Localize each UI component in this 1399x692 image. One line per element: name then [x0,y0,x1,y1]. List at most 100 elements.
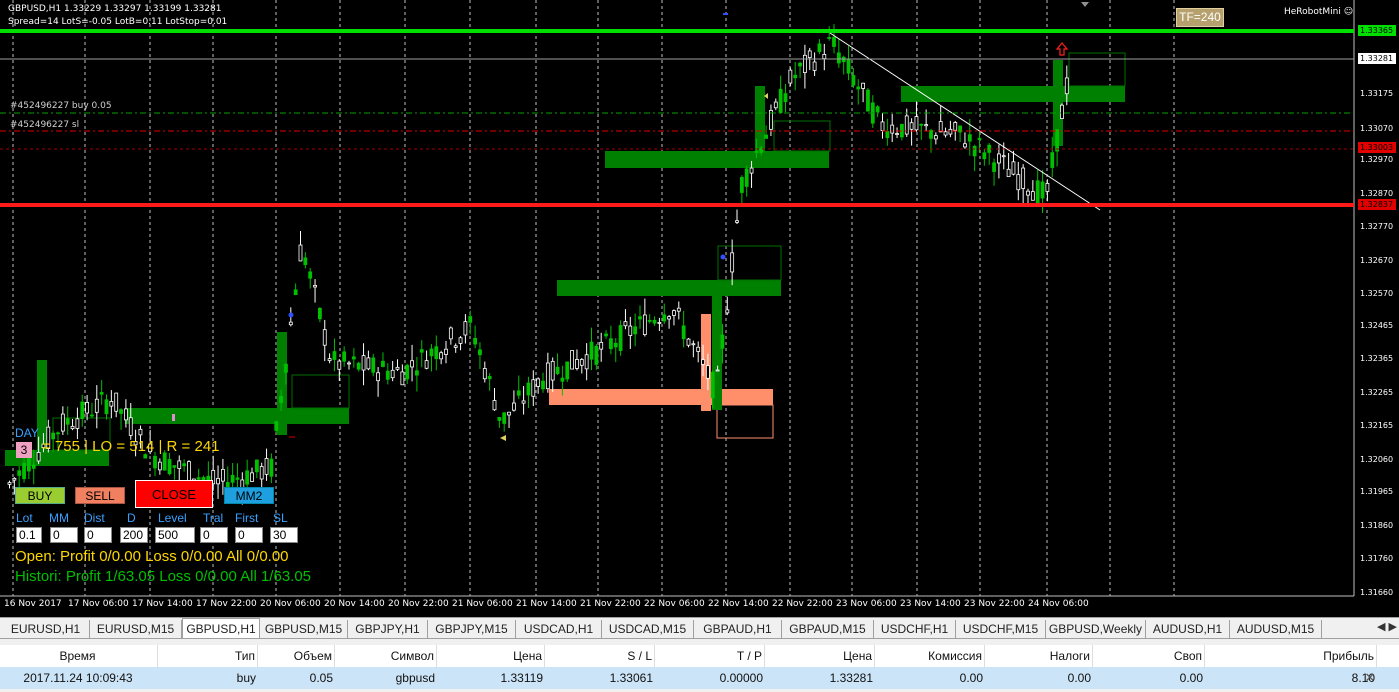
chart-tab[interactable]: USDCHF,H1 [874,620,956,638]
price-label: 1.31760 [1360,554,1394,563]
chart-tab[interactable]: GBPJPY,H1 [348,620,428,638]
candle-body [875,106,880,113]
table-header[interactable]: Налоги [985,645,1093,667]
candle-body [1035,180,1040,204]
table-header[interactable]: Прибыль [1205,645,1377,667]
candle-body [803,54,807,73]
day-counter[interactable]: 3 [16,442,32,458]
chart-tab[interactable]: EURUSD,H1 [2,620,90,638]
table-header[interactable]: S / L [545,645,655,667]
mm2-button[interactable]: MM2 [224,487,274,504]
candle-body [1064,77,1069,95]
tab-scroll-arrows[interactable]: ◀ ▶ [1377,620,1397,633]
buy-zone [557,280,781,296]
candle-body [351,356,356,360]
candle-body [7,482,12,485]
param-input[interactable]: 0.1 [16,527,42,543]
table-header[interactable]: Своп [1093,645,1205,667]
table-header[interactable]: Время [0,645,158,667]
candle-body [866,89,870,112]
candle-body [303,257,308,266]
time-label: 23 Nov 14:00 [900,599,961,609]
candle-body [293,289,298,296]
time-label: 20 Nov 14:00 [324,599,385,609]
param-label: First [235,511,259,525]
chart-tab[interactable]: GBPUSD,M15 [260,620,348,638]
candle-body [822,54,827,59]
param-input[interactable]: 0 [84,527,112,543]
candle-body [390,369,395,379]
entry-dot-icon [288,312,294,318]
param-input[interactable]: 200 [120,527,148,543]
time-label: 20 Nov 06:00 [260,599,321,609]
chart-tab[interactable]: USDCAD,H1 [516,620,602,638]
table-header[interactable]: Тип [160,645,258,667]
candle-body [720,334,725,349]
candle-body [167,459,172,475]
chart-tab[interactable]: AUDUSD,M15 [1230,620,1322,638]
close-button[interactable]: CLOSE [135,480,213,508]
time-label: 22 Nov 22:00 [772,599,833,609]
param-input[interactable]: 0 [50,527,78,543]
candle-body [356,362,361,370]
buy-button[interactable]: BUY [15,487,65,504]
table-header[interactable]: Цена [437,645,545,667]
chart-tab[interactable]: USDCAD,M15 [602,620,694,638]
price-label: 1.32770 [1360,222,1394,231]
param-input[interactable]: 0 [200,527,228,543]
candle-body [395,366,400,370]
order-sl-label: #452496227 sl [10,120,80,130]
candle-body [172,465,177,468]
price-chart[interactable]: GBPUSD,H1 1.33229 1.33297 1.33199 1.3328… [0,0,1399,617]
candle-body [405,364,410,380]
chart-header-spread: Spread=14 LotS=-0.05 LotB=0.11 LotStop=0… [8,17,228,27]
candle-body [817,43,822,53]
candle-body [933,135,938,140]
candle-body [652,319,657,324]
candle-body [1006,168,1011,178]
table-header[interactable]: T / P [655,645,765,667]
trade-row[interactable]: 2017.11.24 10:09:43 buy 0.05 gbpusd 1.33119 1… [0,667,1399,689]
candle-body [99,392,104,395]
close-icon[interactable]: ✕ [1363,667,1377,689]
day-label: DAY [15,426,39,440]
candle-body [642,314,647,335]
table-header[interactable]: Цена [765,645,875,667]
param-input[interactable]: 500 [155,527,195,543]
candle-body [575,359,579,369]
chart-tab[interactable]: GBPAUD,H1 [694,620,782,638]
candle-body [376,372,381,382]
candle-body [1045,183,1050,192]
param-input[interactable]: 30 [270,527,298,543]
candle-body [783,93,788,103]
candle-body [502,412,507,424]
param-input[interactable]: 0 [235,527,263,543]
table-header[interactable]: Комиссия [875,645,985,667]
candle-body [80,401,85,419]
candle-body [162,452,167,471]
candle-body [1011,161,1016,175]
chart-tab[interactable]: GBPUSD,Weekly [1046,620,1146,638]
chart-tab[interactable]: EURUSD,M15 [90,620,182,638]
candle-body [594,345,599,365]
buy-zone [125,408,349,424]
candle-body [366,357,371,370]
candle-body [327,358,332,362]
time-label: 17 Nov 14:00 [132,599,193,609]
chart-tab[interactable]: GBPJPY,M15 [428,620,516,638]
chart-tab[interactable]: GBPUSD,H1 [182,618,260,639]
timeframe-badge[interactable]: TF=240 [1176,8,1224,27]
chart-tab[interactable]: AUDUSD,H1 [1146,620,1230,638]
candle-body [284,363,288,373]
chart-tab[interactable]: USDCHF,M15 [956,620,1046,638]
candle-body [943,131,948,136]
chart-tab[interactable]: GBPAUD,M15 [782,620,874,638]
candle-body [128,417,133,436]
price-label: 1.31965 [1360,487,1394,496]
candle-body [638,316,642,320]
table-header[interactable]: Символ [335,645,437,667]
table-header[interactable]: Объем [258,645,335,667]
candle-body [623,321,628,327]
candle-body [521,400,526,404]
sell-button[interactable]: SELL [75,487,125,504]
